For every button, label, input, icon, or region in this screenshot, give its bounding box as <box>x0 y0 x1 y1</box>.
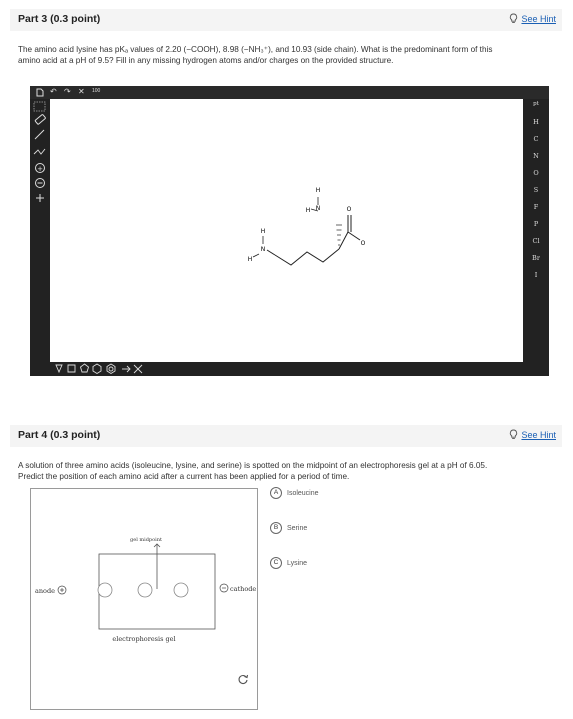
atom-h: H <box>316 187 321 194</box>
periodic-table-icon[interactable]: pt <box>523 101 549 107</box>
part4-header: Part 4 (0.3 point) See Hint <box>10 425 562 447</box>
option-label: Lysine <box>287 559 307 567</box>
anode-label: anode <box>35 587 55 595</box>
atom-n: N <box>316 205 321 212</box>
part4-question: A solution of three amino acids (isoleuc… <box>18 460 548 482</box>
part3-hint-label: See Hint <box>521 13 556 24</box>
part3-title: Part 3 (0.3 point) <box>18 13 101 25</box>
chain-icon[interactable] <box>33 148 46 155</box>
arrow-icon[interactable] <box>122 365 131 373</box>
electrophoresis-drop-zone[interactable]: gel midpoint anode cathode electrophores… <box>30 488 258 710</box>
atom-o: O <box>347 206 352 213</box>
part3-question-line1: The amino acid lysine has pKₐ values of … <box>18 45 493 54</box>
option-label: Isoleucine <box>287 489 319 497</box>
part3-header: Part 3 (0.3 point) See Hint <box>10 9 562 31</box>
electrophoresis-gel-label: electrophoresis gel <box>112 635 175 643</box>
atom-h: H <box>306 207 311 214</box>
clear-icon[interactable]: ✕ <box>78 88 85 96</box>
option-serine[interactable]: B Serine <box>270 522 307 534</box>
lysine-structure: H N H H N H O O <box>248 187 366 266</box>
lightbulb-icon <box>510 429 518 439</box>
part4-question-line2: Predict the position of each amino acid … <box>18 472 350 481</box>
part3-hint-link[interactable]: See Hint <box>509 13 556 24</box>
element-h[interactable]: H <box>523 118 549 126</box>
select-icon[interactable] <box>33 101 46 112</box>
element-o[interactable]: O <box>523 169 549 177</box>
charge-minus-icon[interactable] <box>35 178 45 188</box>
reaction-arrow-icon[interactable] <box>133 364 143 374</box>
zoom-level: 100 <box>92 88 101 94</box>
sketcher-top-toolbar: ↶ ↷ ✕ 100 <box>30 86 549 99</box>
cyclopentane-icon[interactable] <box>79 363 90 373</box>
part4-hint-link[interactable]: See Hint <box>509 429 556 440</box>
lightbulb-icon <box>510 13 518 23</box>
structure-sketcher: ↶ ↷ ✕ 100 + H N H H N H O O pt H C N O S… <box>30 86 549 376</box>
eraser-icon[interactable] <box>34 114 46 125</box>
element-p[interactable]: P <box>523 220 549 228</box>
element-cl[interactable]: Cl <box>523 237 549 245</box>
part4-question-line1: A solution of three amino acids (isoleuc… <box>18 461 488 470</box>
part4-title: Part 4 (0.3 point) <box>18 429 101 441</box>
atom-h: H <box>248 256 253 263</box>
part3-question: The amino acid lysine has pKₐ values of … <box>18 44 548 66</box>
option-letter: C <box>270 557 282 569</box>
svg-text:+: + <box>37 165 43 173</box>
gel-well-left[interactable] <box>97 582 113 598</box>
redo-icon[interactable]: ↷ <box>64 88 71 96</box>
benzene-icon[interactable] <box>106 363 116 375</box>
zoom-control[interactable]: 100 <box>92 87 100 95</box>
option-letter: B <box>270 522 282 534</box>
cyclobutane-icon[interactable] <box>67 364 76 373</box>
element-br[interactable]: Br <box>523 254 549 262</box>
element-i[interactable]: I <box>523 271 549 279</box>
part4-hint-label: See Hint <box>521 429 556 440</box>
lone-pair-icon[interactable] <box>36 194 44 202</box>
gel-well-middle[interactable] <box>137 582 153 598</box>
atom-n: N <box>261 246 266 253</box>
gel-well-right[interactable] <box>173 582 189 598</box>
charge-plus-icon[interactable]: + <box>35 163 45 174</box>
cyclopropane-icon[interactable] <box>55 364 63 374</box>
part3-question-line2: amino acid at a pH of 9.5? Fill in any m… <box>18 56 394 65</box>
bond-icon[interactable] <box>34 129 45 140</box>
atom-h: H <box>261 228 266 235</box>
element-c[interactable]: C <box>523 135 549 143</box>
sketcher-canvas[interactable]: H N H H N H O O <box>50 99 523 362</box>
element-s[interactable]: S <box>523 186 549 194</box>
undo-icon[interactable]: ↶ <box>50 88 57 96</box>
gel-midpoint-label: gel midpoint <box>130 537 162 543</box>
option-isoleucine[interactable]: A Isoleucine <box>270 487 319 499</box>
sketcher-left-toolbar: + <box>30 99 50 362</box>
electrophoresis-gel-diagram: gel midpoint anode cathode electrophores… <box>35 537 256 643</box>
option-letter: A <box>270 487 282 499</box>
new-document-icon[interactable] <box>36 88 44 99</box>
option-label: Serine <box>287 524 308 532</box>
sketcher-element-palette: pt H C N O S F P Cl Br I <box>523 99 549 362</box>
cathode-label: cathode <box>230 585 256 593</box>
cyclohexane-icon[interactable] <box>92 363 102 375</box>
option-lysine[interactable]: C Lysine <box>270 557 307 569</box>
reset-icon[interactable] <box>237 673 249 685</box>
element-n[interactable]: N <box>523 152 549 160</box>
sketcher-bottom-toolbar <box>30 362 549 376</box>
atom-o: O <box>361 240 366 247</box>
element-f[interactable]: F <box>523 203 549 211</box>
